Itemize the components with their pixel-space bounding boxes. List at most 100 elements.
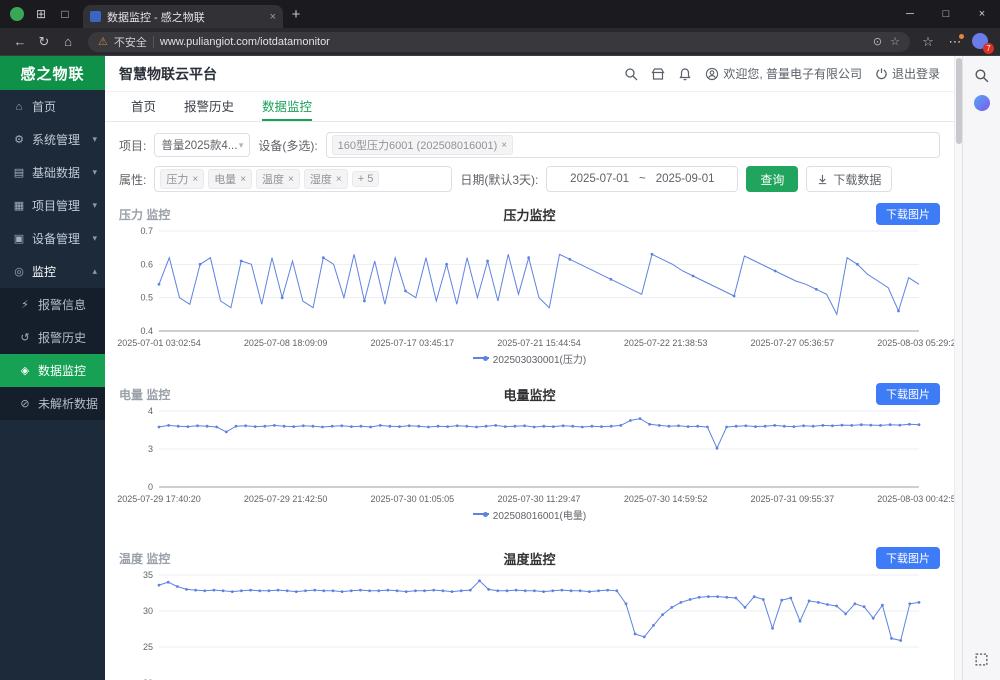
x-tick-label: 2025-08-03 00:42:59 [877,494,954,504]
x-tick-label: 2025-07-31 09:55:37 [751,494,835,504]
download-data-button[interactable]: 下载数据 [806,166,892,192]
attr-multiselect[interactable]: 压力×电量×温度×湿度×+ 5 [154,166,452,192]
x-tick-label: 2025-07-29 21:42:50 [244,494,328,504]
scrollbar-thumb[interactable] [956,58,962,144]
remove-tag-icon[interactable]: × [501,140,507,151]
project-icon: ▦ [12,199,26,212]
address-bar[interactable]: ⚠ 不安全 www.puliangiot.com/iotdatamonitor … [88,32,910,52]
store-icon[interactable] [651,67,665,81]
x-tick-label: 2025-07-17 03:45:17 [371,338,455,348]
sidebar-item-0[interactable]: ⌂首页 [0,90,105,123]
x-tick-label: 2025-07-30 01:05:05 [371,494,455,504]
main-content: 智慧物联云平台 欢迎您, 普量电子有限公司 退出登录 [105,56,954,680]
sidebar-item-2[interactable]: ▤基础数据▾ [0,156,105,189]
browser-home-icon[interactable]: ⌂ [56,30,80,54]
tab-close-icon[interactable]: × [270,11,276,23]
attr-label: 属性: [119,171,146,188]
tab-title: 数据监控 - 感之物联 [107,9,264,25]
tab-0[interactable]: 首页 [131,92,156,121]
sidebar-subitem-0[interactable]: ⚡报警信息 [0,288,105,321]
date-range-picker[interactable]: 2025-07-01 ~ 2025-09-01 [546,166,738,192]
date-start: 2025-07-01 [570,173,629,185]
browser-profile-icon[interactable] [10,7,24,21]
svg-text:0.6: 0.6 [140,259,153,269]
alarm-icon: ⚡ [18,298,32,311]
workspaces-icon[interactable]: ⊞ [29,2,53,26]
chart-legend[interactable]: 202503030001(压力) [119,350,940,366]
x-axis-labels: 2025-07-01 03:02:542025-07-08 18:09:0920… [119,338,940,350]
history-icon: ↺ [18,331,32,344]
app-header: 智慧物联云平台 欢迎您, 普量电子有限公司 退出登录 [105,56,954,92]
device-label: 设备(多选): [258,137,317,154]
window-maximize-button[interactable]: □ [928,0,964,28]
sidebar-subitem-2[interactable]: ◈数据监控 [0,354,105,387]
gear-icon: ⚙ [12,133,26,146]
screenshot-tool-icon[interactable] [973,650,991,668]
sidebar-item-3[interactable]: ▦项目管理▾ [0,189,105,222]
database-icon: ▤ [12,166,26,179]
date-end: 2025-09-01 [656,173,715,185]
chart-title: 电量监控 [211,385,848,404]
sidebar-search-icon[interactable] [973,66,991,84]
sidebar-item-5[interactable]: ◎监控▴ [0,255,105,288]
bookmark-star-icon[interactable]: ☆ [890,35,900,48]
section-label: 电量 监控 [119,386,211,403]
download-image-button[interactable]: 下载图片 [876,383,940,405]
sidebar-submenu: ⚡报警信息↺报警历史◈数据监控⊘未解析数据 [0,288,105,420]
chevron-down-icon: ▾ [92,167,97,178]
date-label: 日期(默认3天): [460,171,538,188]
remove-tag-icon[interactable]: × [240,174,246,185]
tab-1[interactable]: 报警历史 [184,92,234,121]
window-minimize-button[interactable]: ─ [892,0,928,28]
browser-tab[interactable]: 数据监控 - 感之物联 × [83,5,283,28]
reader-icon[interactable]: ⊙ [873,35,882,48]
back-icon[interactable]: ← [8,30,32,54]
sidebar-subitem-3[interactable]: ⊘未解析数据 [0,387,105,420]
search-icon[interactable] [624,67,638,81]
x-tick-label: 2025-08-03 05:29:23 [877,338,954,348]
filters-panel: 项目: 普量2025款4... ▾ 设备(多选): 160型压力6001 (20… [105,122,954,196]
chevron-up-icon: ▴ [92,266,97,277]
sidebar-subitem-1[interactable]: ↺报警历史 [0,321,105,354]
attr-more-tag[interactable]: + 5 [352,171,380,187]
bell-icon[interactable] [678,67,692,81]
browser-menu-icon[interactable]: ⋯ [945,34,965,50]
sidebar-item-1[interactable]: ⚙系统管理▾ [0,123,105,156]
chart-legend[interactable]: 202508016001(电量) [119,506,940,522]
browser-account-icon[interactable]: 7 [972,33,990,51]
pressure-chart[interactable]: 0.70.60.50.4 [119,226,939,338]
security-label: 不安全 [114,34,147,50]
svg-text:25: 25 [143,642,153,652]
download-image-button[interactable]: 下载图片 [876,203,940,225]
chart-section-pressure: 压力 监控 压力监控 下载图片 0.70.60.50.4 2025-07-01 … [105,196,954,366]
svg-text:0: 0 [148,482,153,492]
download-icon [817,174,828,185]
download-image-button[interactable]: 下载图片 [876,547,940,569]
remove-tag-icon[interactable]: × [288,174,294,185]
device-multiselect[interactable]: 160型压力6001 (202508016001) × [326,132,940,158]
x-tick-label: 2025-07-30 14:59:52 [624,494,708,504]
query-button[interactable]: 查询 [746,166,798,192]
attr-tag-3: 湿度× [304,169,348,189]
tab-actions-icon[interactable]: □ [53,2,77,26]
battery-chart[interactable]: 430 [119,406,939,494]
logout-button[interactable]: 退出登录 [875,65,940,82]
remove-tag-icon[interactable]: × [192,174,198,185]
new-tab-button[interactable]: + [283,6,309,23]
tab-2[interactable]: 数据监控 [262,92,312,121]
copilot-icon[interactable] [973,94,991,112]
refresh-icon[interactable]: ↻ [32,30,56,54]
x-axis-labels: 2025-07-29 17:40:202025-07-29 21:42:5020… [119,494,940,506]
favorites-icon[interactable]: ☆ [918,34,938,50]
window-close-button[interactable]: × [964,0,1000,28]
svg-text:35: 35 [143,570,153,580]
chevron-down-icon: ▾ [92,233,97,244]
sidebar-item-4[interactable]: ▣设备管理▾ [0,222,105,255]
page-scrollbar[interactable] [954,56,962,680]
remove-tag-icon[interactable]: × [336,174,342,185]
temperature-chart[interactable]: 35302520 [119,570,939,680]
page-title: 智慧物联云平台 [119,64,217,84]
user-circle-icon [705,67,719,81]
device-icon: ▣ [12,232,26,245]
project-select[interactable]: 普量2025款4... ▾ [154,133,250,157]
